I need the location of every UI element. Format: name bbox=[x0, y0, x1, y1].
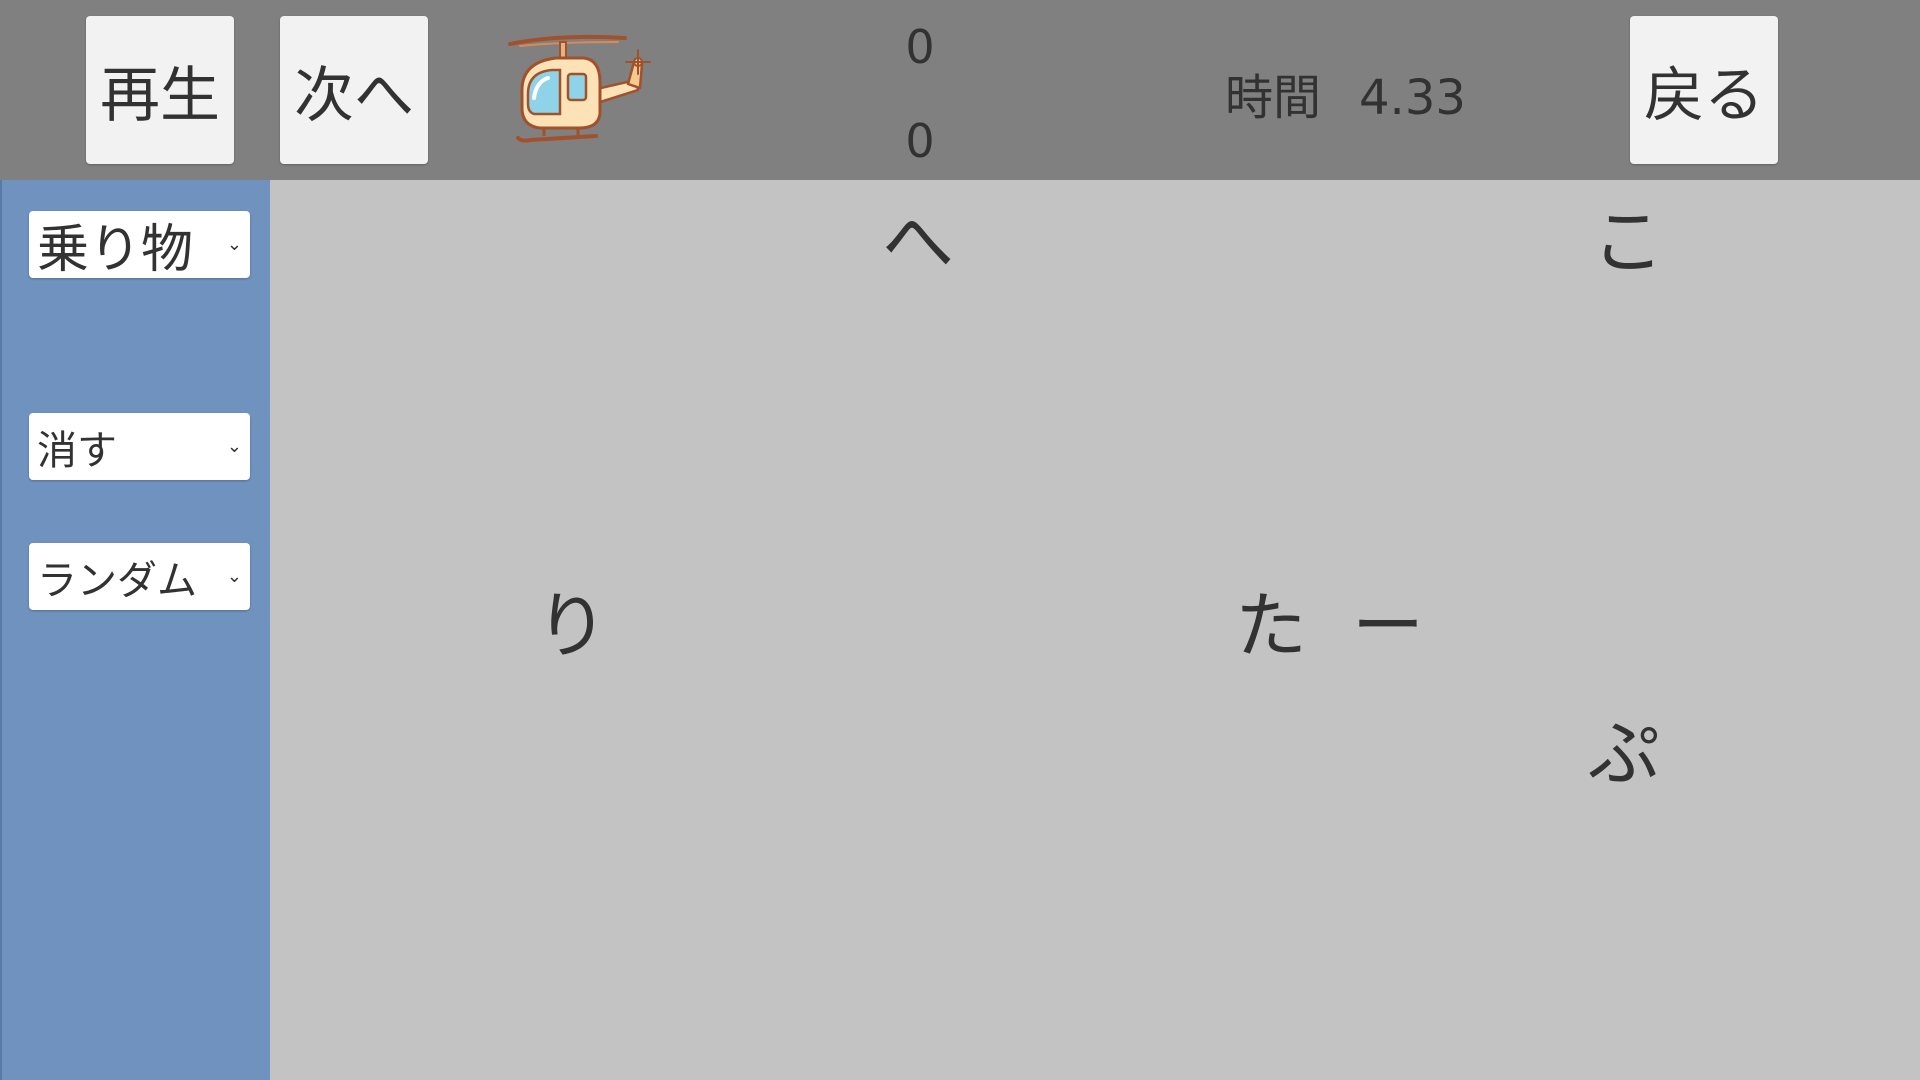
kana-tile[interactable]: り bbox=[536, 590, 608, 662]
chevron-down-icon: ⌄ bbox=[226, 234, 242, 255]
mode-select[interactable]: 消す ⌄ bbox=[29, 413, 250, 480]
game-board: へ こ り た ー ぷ bbox=[270, 180, 1920, 1080]
category-select-value: 乗り物 bbox=[37, 220, 194, 280]
kana-tile[interactable]: ー bbox=[1352, 590, 1424, 662]
kana-tile[interactable]: た bbox=[1235, 590, 1307, 662]
play-button[interactable]: 再生 bbox=[86, 16, 234, 164]
sidebar: 乗り物 ⌄ 消す ⌄ ランダム ⌄ bbox=[0, 180, 270, 1080]
timer: 時間 4.33 bbox=[1225, 58, 1466, 128]
category-select[interactable]: 乗り物 ⌄ bbox=[29, 211, 250, 280]
kana-tile[interactable]: ぷ bbox=[1588, 718, 1660, 790]
score-counter-bottom: 0 bbox=[905, 114, 935, 168]
mode-select-value: 消す bbox=[37, 427, 117, 474]
helicopter-icon bbox=[508, 34, 651, 143]
kana-tile[interactable]: こ bbox=[1592, 206, 1664, 278]
kana-tile[interactable]: へ bbox=[882, 206, 954, 278]
score-counter-top: 0 bbox=[905, 20, 935, 74]
chevron-down-icon: ⌄ bbox=[226, 436, 242, 457]
timer-value: 4.33 bbox=[1359, 70, 1466, 126]
chevron-down-icon: ⌄ bbox=[226, 566, 242, 587]
order-select[interactable]: ランダム ⌄ bbox=[29, 543, 250, 610]
order-select-value: ランダム bbox=[37, 557, 197, 604]
timer-label: 時間 bbox=[1225, 70, 1322, 126]
next-button[interactable]: 次へ bbox=[280, 16, 428, 164]
back-button[interactable]: 戻る bbox=[1630, 16, 1778, 164]
top-toolbar: 再生 次へ 0 0 時間 4.33 戻る bbox=[0, 0, 1920, 180]
